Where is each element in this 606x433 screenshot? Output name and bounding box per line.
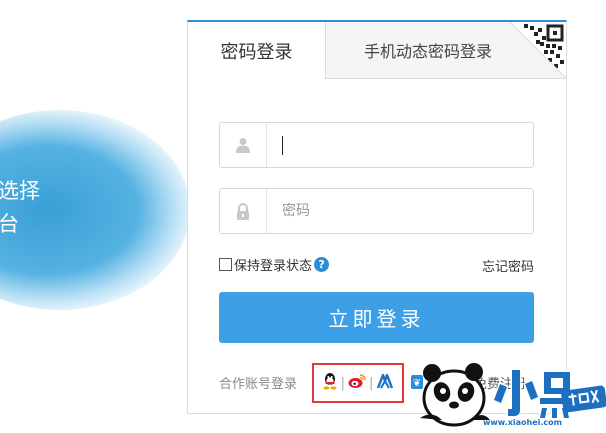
remember-label[interactable]: 保持登录状态 bbox=[234, 255, 312, 274]
social-login-highlight: | | bbox=[312, 363, 404, 403]
promo-banner: 选择 台 bbox=[0, 110, 190, 310]
text-cursor bbox=[282, 136, 283, 155]
promo-blob bbox=[0, 110, 190, 310]
separator: | bbox=[369, 375, 374, 391]
promo-text-line2: 台 bbox=[0, 212, 19, 236]
password-field bbox=[219, 188, 534, 234]
user-icon bbox=[220, 123, 267, 167]
login-tabs: 密码登录 手机动态密码登录 bbox=[188, 22, 566, 79]
remember-checkbox[interactable] bbox=[219, 258, 232, 271]
login-page: 选择 台 密码登录 手机动态密码登录 保持登录状态 ? 忘记密码 立即登录 合作… bbox=[0, 0, 606, 433]
help-icon[interactable]: ? bbox=[314, 257, 330, 272]
partner-login-label: 合作账号登录 bbox=[219, 377, 298, 392]
remember-me-row: 保持登录状态 ? bbox=[219, 255, 330, 274]
username-input[interactable] bbox=[267, 123, 533, 167]
lock-icon bbox=[220, 189, 267, 233]
forgot-password-link[interactable]: 忘记密码 bbox=[482, 256, 534, 275]
username-field bbox=[219, 122, 534, 168]
weibo-icon[interactable] bbox=[348, 373, 366, 393]
watermark-url: www.xiaohei.com bbox=[483, 418, 562, 427]
qr-code-corner-icon[interactable] bbox=[510, 22, 566, 78]
password-input[interactable] bbox=[267, 189, 533, 233]
separator: | bbox=[340, 375, 345, 391]
renren-icon[interactable] bbox=[376, 373, 394, 393]
tab-password-login[interactable]: 密码登录 bbox=[188, 22, 326, 79]
qq-icon[interactable] bbox=[322, 372, 338, 394]
promo-text-line1: 选择 bbox=[0, 179, 40, 203]
login-panel: 密码登录 手机动态密码登录 保持登录状态 ? 忘记密码 立即登录 合作账号登录 … bbox=[187, 20, 567, 414]
login-button[interactable]: 立即登录 bbox=[219, 292, 534, 343]
